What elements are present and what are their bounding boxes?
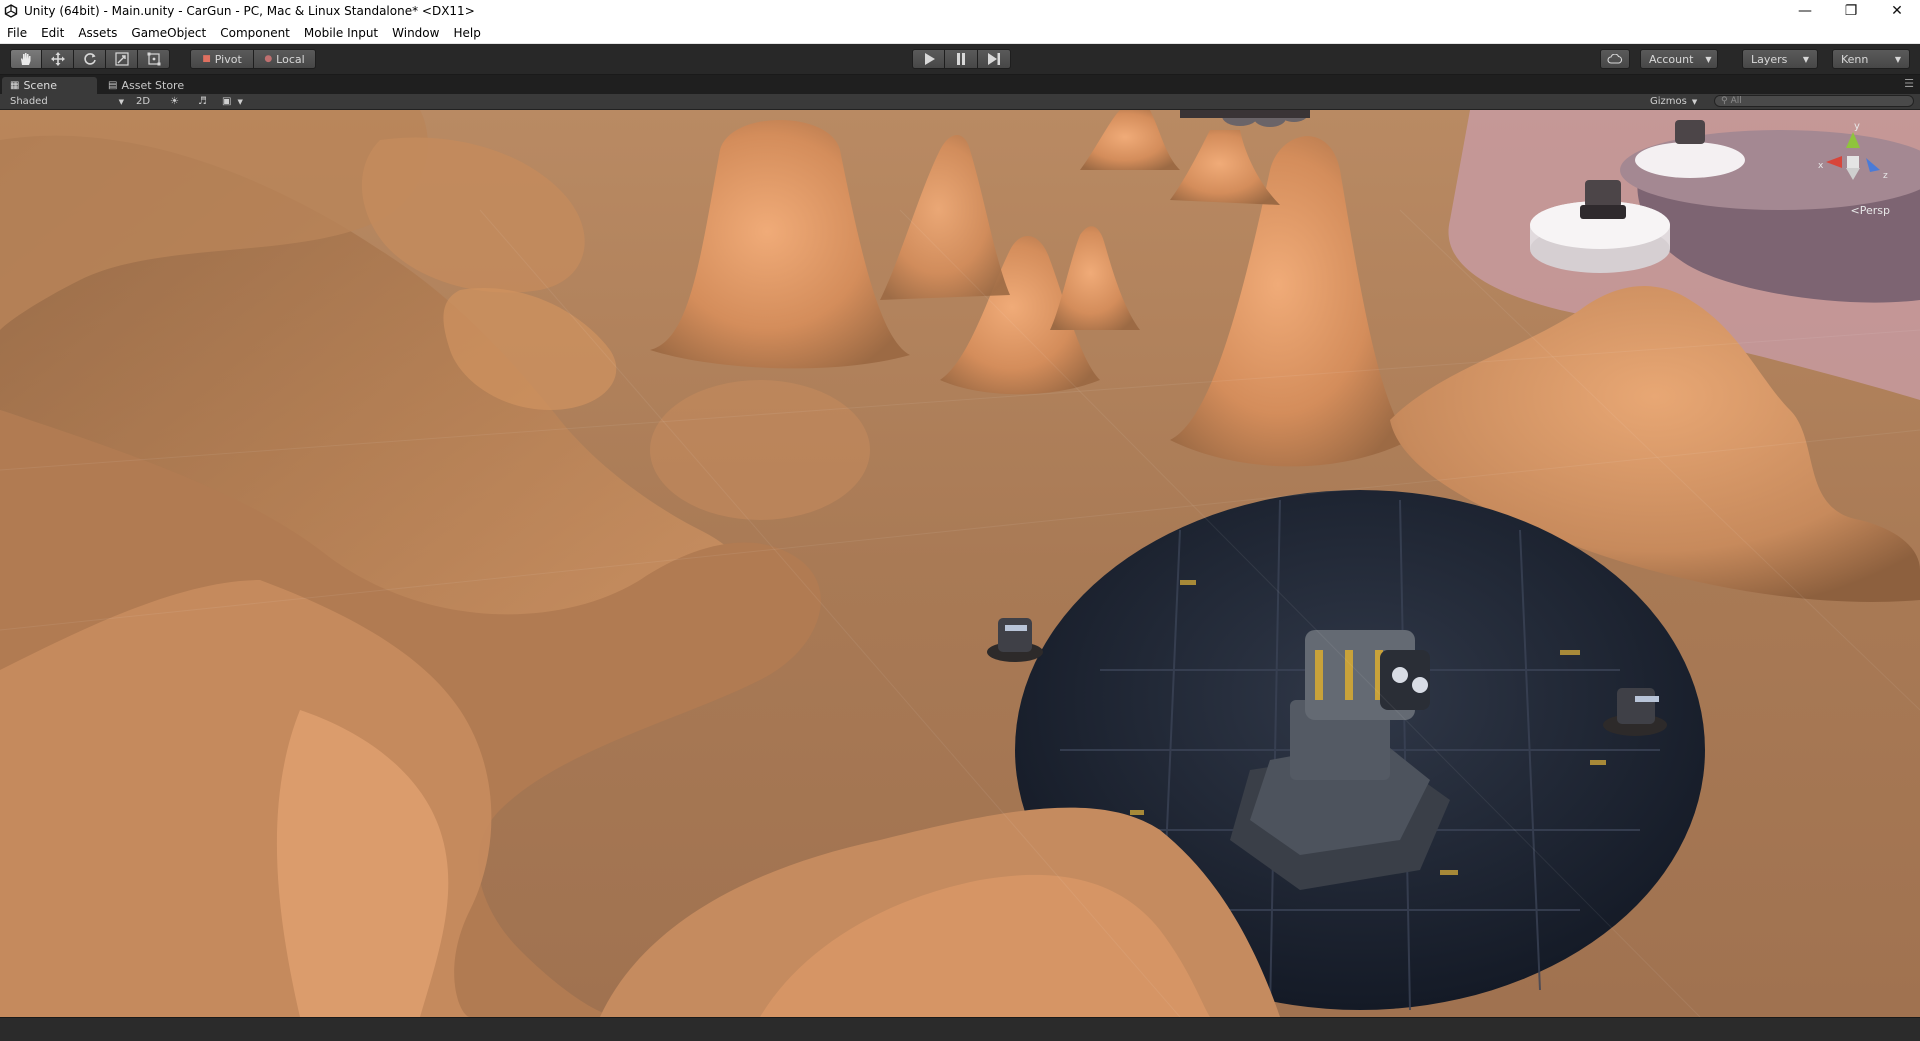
menu-file[interactable]: File <box>0 26 34 40</box>
scene-tab-strip: ▦ Scene ▤ Asset Store ☰ <box>0 75 1920 94</box>
lighting-toggle-icon[interactable]: ☀ <box>170 94 179 109</box>
minimize-icon[interactable]: — <box>1782 0 1828 22</box>
gizmo-center-cube[interactable] <box>1847 156 1859 168</box>
audio-toggle-icon[interactable]: ♬ <box>198 94 207 109</box>
hand-tool-icon[interactable] <box>10 49 42 69</box>
window-title: Unity (64bit) - Main.unity - CarGun - PC… <box>24 4 475 18</box>
account-dropdown[interactable]: Account ▼ <box>1640 49 1718 69</box>
local-toggle[interactable]: ● Local <box>254 49 316 69</box>
shading-mode-dropdown[interactable]: Shaded ▼ <box>10 94 124 109</box>
play-controls <box>912 49 1011 69</box>
menu-component[interactable]: Component <box>213 26 297 40</box>
menu-edit[interactable]: Edit <box>34 26 71 40</box>
hierarchy-search-input[interactable]: ⚲ All <box>1714 95 1914 107</box>
menu-assets[interactable]: Assets <box>71 26 124 40</box>
axis-label-y: y <box>1854 121 1860 132</box>
step-icon[interactable] <box>978 49 1011 69</box>
projection-label: Persp <box>1859 204 1890 217</box>
layout-dropdown[interactable]: Kenn ▼ <box>1832 49 1910 69</box>
tab-asset-store[interactable]: ▤ Asset Store <box>100 77 210 94</box>
menu-help[interactable]: Help <box>446 26 487 40</box>
layout-label: Kenn <box>1841 52 1869 66</box>
mode-2d-toggle[interactable]: 2D <box>136 94 150 109</box>
rotate-tool-icon[interactable] <box>74 49 106 69</box>
transform-tools <box>10 49 170 69</box>
account-label: Account <box>1649 52 1694 66</box>
axis-label-x: x <box>1818 161 1824 171</box>
axis-x-cone[interactable] <box>1826 156 1842 168</box>
tab-menu-icon[interactable]: ☰ <box>1904 77 1914 90</box>
orientation-gizmo[interactable]: y x z <box>1808 118 1898 218</box>
move-tool-icon[interactable] <box>42 49 74 69</box>
main-toolbar: ■ Pivot ● Local Account ▼ Layers ▼ Kenn … <box>0 44 1920 75</box>
axis-label-z: z <box>1883 171 1888 181</box>
cloud-icon[interactable] <box>1600 49 1630 69</box>
account-dropdown-group: Account ▼ <box>1640 49 1718 69</box>
layout-dropdown-group: Kenn ▼ <box>1832 49 1910 69</box>
effects-dropdown-icon[interactable]: ▣ ▼ <box>222 94 243 109</box>
window-title-bar: Unity (64bit) - Main.unity - CarGun - PC… <box>0 0 1920 22</box>
dropdown-arrow-icon: ▼ <box>1802 54 1809 64</box>
dropdown-arrow-icon: ▼ <box>118 97 124 106</box>
pivot-toggles: ■ Pivot ● Local <box>190 49 316 69</box>
local-label: Local <box>276 52 305 66</box>
mode-2d-label: 2D <box>136 96 151 107</box>
gizmos-label: Gizmos <box>1650 96 1687 107</box>
tab-scene-label: Scene <box>23 79 57 92</box>
shading-mode-label: Shaded <box>10 96 48 107</box>
scene-viewport[interactable]: y x z <Persp <box>0 110 1920 1017</box>
menu-bar: File Edit Assets GameObject Component Mo… <box>0 22 1920 44</box>
dropdown-arrow-icon: ▼ <box>1894 54 1901 64</box>
layers-label: Layers <box>1751 52 1788 66</box>
gizmos-dropdown[interactable]: Gizmos ▼ <box>1650 94 1697 109</box>
projection-toggle[interactable]: <Persp <box>1851 204 1890 217</box>
local-icon: ● <box>264 54 273 64</box>
scale-tool-icon[interactable] <box>106 49 138 69</box>
tab-asset-store-label: Asset Store <box>121 79 185 92</box>
scene-render <box>0 110 1920 1017</box>
menu-mobile-input[interactable]: Mobile Input <box>297 26 385 40</box>
unity-logo-icon <box>4 4 18 18</box>
rect-tool-icon[interactable] <box>138 49 170 69</box>
play-icon[interactable] <box>912 49 945 69</box>
axis-z-cone[interactable] <box>1866 158 1880 172</box>
restore-icon[interactable]: ❐ <box>1828 0 1874 22</box>
menu-gameobject[interactable]: GameObject <box>124 26 213 40</box>
scene-view-controls: Shaded ▼ 2D ☀ ♬ ▣ ▼ Gizmos ▼ ⚲ All <box>0 94 1920 110</box>
axis-y-cone[interactable] <box>1846 132 1860 148</box>
menu-window[interactable]: Window <box>385 26 446 40</box>
scene-grid-icon: ▦ <box>10 80 20 91</box>
search-icon: ⚲ <box>1721 96 1728 106</box>
shopping-bag-icon: ▤ <box>108 80 118 91</box>
pivot-toggle[interactable]: ■ Pivot <box>190 49 254 69</box>
dropdown-arrow-icon: ▼ <box>1691 97 1698 106</box>
window-controls: — ❐ ✕ <box>1782 0 1920 22</box>
cloud-services <box>1600 49 1630 69</box>
close-icon[interactable]: ✕ <box>1874 0 1920 22</box>
pivot-icon: ■ <box>202 54 211 64</box>
tab-scene[interactable]: ▦ Scene <box>2 77 97 94</box>
pause-icon[interactable] <box>945 49 978 69</box>
search-placeholder: All <box>1730 96 1742 106</box>
persp-arrow-icon: < <box>1850 204 1860 217</box>
layers-dropdown-group: Layers ▼ <box>1742 49 1818 69</box>
status-bar <box>0 1017 1920 1041</box>
pivot-label: Pivot <box>214 52 242 66</box>
layers-dropdown[interactable]: Layers ▼ <box>1742 49 1818 69</box>
dropdown-arrow-icon: ▼ <box>1705 54 1712 64</box>
